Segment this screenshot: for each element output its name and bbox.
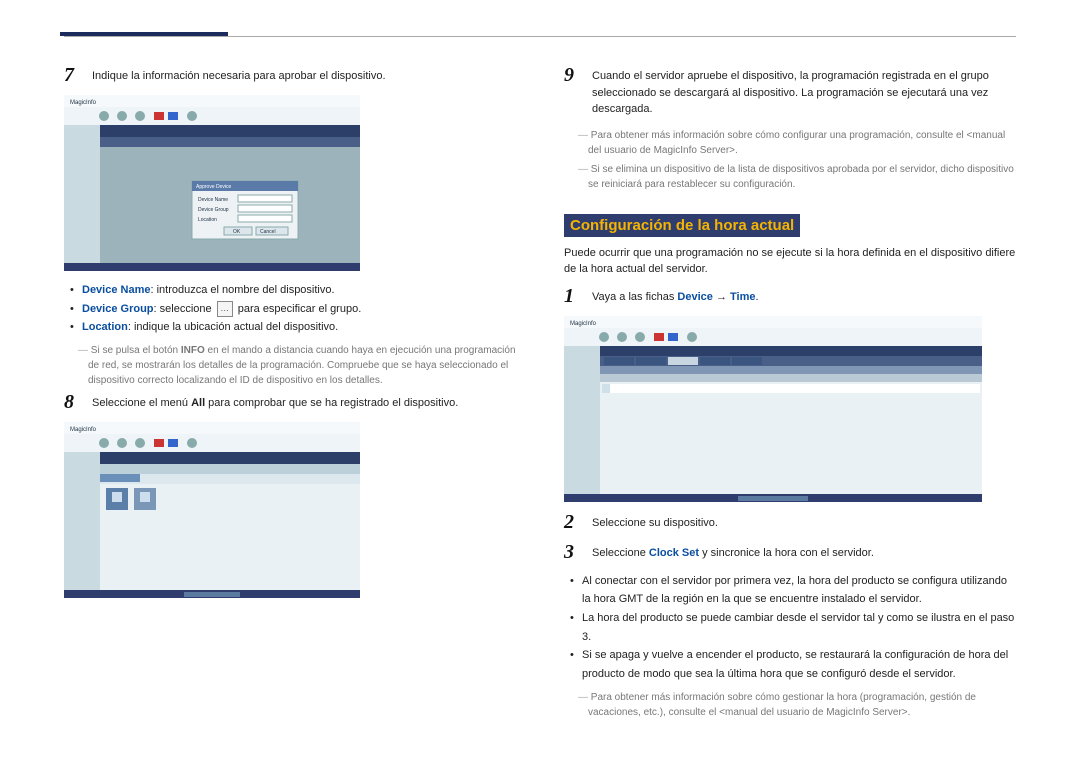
step-text: Cuando el servidor apruebe el dispositiv… bbox=[592, 65, 1016, 118]
step-3: 3 Seleccione Clock Set y sincronice la h… bbox=[564, 542, 1016, 562]
step-number: 8 bbox=[64, 392, 82, 412]
svg-text:MagicInfo: MagicInfo bbox=[570, 321, 597, 327]
step-number: 3 bbox=[564, 542, 582, 562]
bullet-text-a: : seleccione bbox=[154, 303, 215, 315]
step9-note-b: Si se elimina un dispositivo de la lista… bbox=[588, 162, 1016, 192]
arrow: → bbox=[713, 291, 730, 303]
step7-note: Si se pulsa el botón INFO en el mando a … bbox=[88, 343, 516, 388]
step-number: 9 bbox=[564, 65, 582, 85]
step8-a: Seleccione el menú bbox=[92, 397, 191, 409]
step-number: 1 bbox=[564, 286, 582, 306]
step-text: Vaya a las fichas Device → Time. bbox=[592, 286, 1016, 306]
svg-text:Device Name: Device Name bbox=[198, 197, 228, 203]
s1-end: . bbox=[756, 291, 759, 303]
svg-text:MagicInfo: MagicInfo bbox=[70, 427, 97, 433]
step3-note: Para obtener más información sobre cómo … bbox=[588, 690, 1016, 720]
bullet-text-b: para especificar el grupo. bbox=[235, 303, 362, 315]
step-9: 9 Cuando el servidor apruebe el disposit… bbox=[564, 65, 1016, 118]
s3-a: Seleccione bbox=[592, 547, 649, 559]
right-column: 9 Cuando el servidor apruebe el disposit… bbox=[564, 65, 1016, 724]
list-item: Si se apaga y vuelve a encender el produ… bbox=[582, 646, 1016, 683]
keyword-clockset: Clock Set bbox=[649, 547, 699, 559]
s1-a: Vaya a las fichas bbox=[592, 291, 677, 303]
step-8: 8 Seleccione el menú All para comprobar … bbox=[64, 392, 516, 412]
step9-note-a: Para obtener más información sobre cómo … bbox=[588, 128, 1016, 158]
keyword-device: Device bbox=[677, 291, 712, 303]
section-heading: Configuración de la hora actual bbox=[564, 214, 800, 237]
keyword: Device Name bbox=[82, 284, 151, 296]
step-text: Indique la información necesaria para ap… bbox=[92, 65, 516, 85]
svg-text:Location: Location bbox=[198, 217, 217, 223]
step-text: Seleccione el menú All para comprobar qu… bbox=[92, 392, 516, 412]
keyword: Device Group bbox=[82, 303, 154, 315]
list-item: Device Name: introduzca el nombre del di… bbox=[82, 281, 516, 300]
step-number: 2 bbox=[564, 512, 582, 532]
list-item: La hora del producto se puede cambiar de… bbox=[582, 609, 1016, 646]
step3-bullet-list: Al conectar con el servidor por primera … bbox=[564, 572, 1016, 684]
keyword-time: Time bbox=[730, 291, 755, 303]
left-column: 7 Indique la información necesaria para … bbox=[64, 65, 516, 724]
document-page: 7 Indique la información necesaria para … bbox=[0, 0, 1080, 724]
list-item: Location: indique la ubicación actual de… bbox=[82, 318, 516, 337]
step-2: 2 Seleccione su dispositivo. bbox=[564, 512, 1016, 532]
step-text: Seleccione su dispositivo. bbox=[592, 512, 1016, 532]
list-item: Device Group: seleccione … para especifi… bbox=[82, 300, 516, 319]
keyword: Location bbox=[82, 321, 128, 333]
bold-info: INFO bbox=[181, 345, 205, 356]
bullet-text: : indique la ubicación actual del dispos… bbox=[128, 321, 338, 333]
intro-paragraph: Puede ocurrir que una programación no se… bbox=[564, 245, 1016, 278]
app-title-text: MagicInfo bbox=[70, 100, 97, 106]
step-number: 7 bbox=[64, 65, 82, 85]
svg-text:Device Group: Device Group bbox=[198, 207, 229, 213]
s3-b: y sincronice la hora con el servidor. bbox=[699, 547, 874, 559]
step8-b: para comprobar que se ha registrado el d… bbox=[205, 397, 458, 409]
svg-text:Cancel: Cancel bbox=[260, 229, 276, 235]
list-item: Al conectar con el servidor por primera … bbox=[582, 572, 1016, 609]
svg-text:Approve Device: Approve Device bbox=[196, 184, 232, 190]
step7-bullet-list: Device Name: introduzca el nombre del di… bbox=[64, 281, 516, 337]
screenshot-approve-dialog: MagicInfo Approve Device Device Name bbox=[64, 95, 360, 271]
screenshot-all-menu: MagicInfo bbox=[64, 422, 360, 598]
note-text-a: Si se pulsa el botón bbox=[91, 345, 181, 356]
screenshot-time-tab: MagicInfo bbox=[564, 316, 982, 502]
svg-text:OK: OK bbox=[233, 229, 241, 235]
browse-button-icon: … bbox=[217, 301, 233, 317]
step-text: Seleccione Clock Set y sincronice la hor… bbox=[592, 542, 1016, 562]
bold-all: All bbox=[191, 397, 205, 409]
bullet-text: : introduzca el nombre del dispositivo. bbox=[151, 284, 335, 296]
step-1: 1 Vaya a las fichas Device → Time. bbox=[564, 286, 1016, 306]
header-divider bbox=[64, 36, 1016, 37]
step-7: 7 Indique la información necesaria para … bbox=[64, 65, 516, 85]
two-column-layout: 7 Indique la información necesaria para … bbox=[64, 65, 1016, 724]
